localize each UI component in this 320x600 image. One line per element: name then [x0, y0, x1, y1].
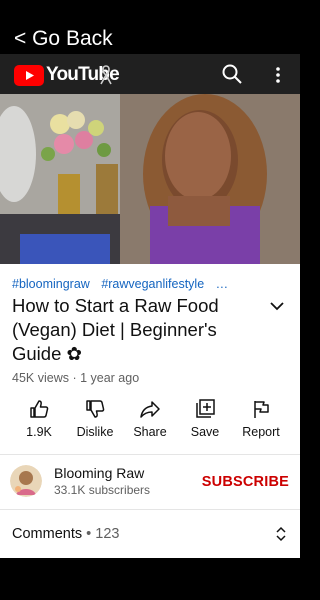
- subscriber-count: 33.1K subscribers: [54, 483, 151, 497]
- go-back-button[interactable]: < Go Back: [14, 26, 113, 52]
- status-bar: [0, 0, 300, 24]
- hashtag-link[interactable]: #bloomingraw: [12, 277, 90, 291]
- add-to-playlist-icon: [196, 399, 215, 418]
- go-back-bar[interactable]: < Go Back: [0, 24, 300, 54]
- video-player[interactable]: [0, 94, 300, 264]
- more-vert-icon[interactable]: [270, 64, 286, 86]
- action-bar: 1.9K Dislike Share Save Report: [0, 398, 300, 446]
- thumb-down-icon: [86, 400, 105, 418]
- hashtag-more[interactable]: …: [216, 277, 229, 291]
- share-label: Share: [133, 425, 167, 439]
- avatar[interactable]: [10, 465, 42, 497]
- thumb-up-icon: [30, 400, 49, 418]
- navigation-bar: [0, 558, 300, 600]
- hashtags: #bloomingraw #rawveganlifestyle …: [12, 276, 236, 292]
- comments-section[interactable]: Comments • 123: [0, 510, 300, 556]
- comments-count: 123: [95, 526, 120, 542]
- comments-header: Comments • 123: [12, 525, 119, 543]
- share-button[interactable]: Share: [128, 398, 172, 444]
- report-button[interactable]: Report: [238, 398, 284, 444]
- report-label: Report: [242, 425, 280, 439]
- subscribe-button[interactable]: SUBSCRIBE: [202, 473, 289, 491]
- channel-row[interactable]: Blooming Raw 33.1K subscribers SUBSCRIBE: [0, 455, 300, 507]
- share-icon: [140, 401, 160, 418]
- expand-icon[interactable]: [274, 525, 288, 543]
- dislike-label: Dislike: [76, 425, 114, 439]
- youtube-header: YouTube: [0, 54, 300, 94]
- dislike-button[interactable]: Dislike: [72, 398, 118, 444]
- flag-icon: [254, 401, 269, 418]
- like-button[interactable]: 1.9K: [16, 398, 62, 444]
- channel-name[interactable]: Blooming Raw: [54, 465, 144, 481]
- chevron-down-icon[interactable]: [268, 299, 286, 313]
- video-details: #bloomingraw #rawveganlifestyle … How to…: [0, 264, 300, 558]
- comments-label: Comments: [12, 526, 83, 542]
- comments-separator: •: [82, 526, 96, 542]
- video-meta: 45K views · 1 year ago: [12, 371, 140, 385]
- video-thumbnail: [0, 94, 300, 264]
- like-count: 1.9K: [26, 425, 52, 439]
- video-title[interactable]: How to Start a Raw Food (Vegan) Diet | B…: [12, 294, 252, 366]
- hashtag-link[interactable]: #rawveganlifestyle: [101, 277, 204, 291]
- save-button[interactable]: Save: [183, 398, 227, 444]
- youtube-logo-icon[interactable]: [14, 65, 44, 86]
- search-icon[interactable]: [221, 63, 243, 85]
- save-label: Save: [190, 425, 220, 439]
- awareness-ribbon-icon: [100, 65, 112, 85]
